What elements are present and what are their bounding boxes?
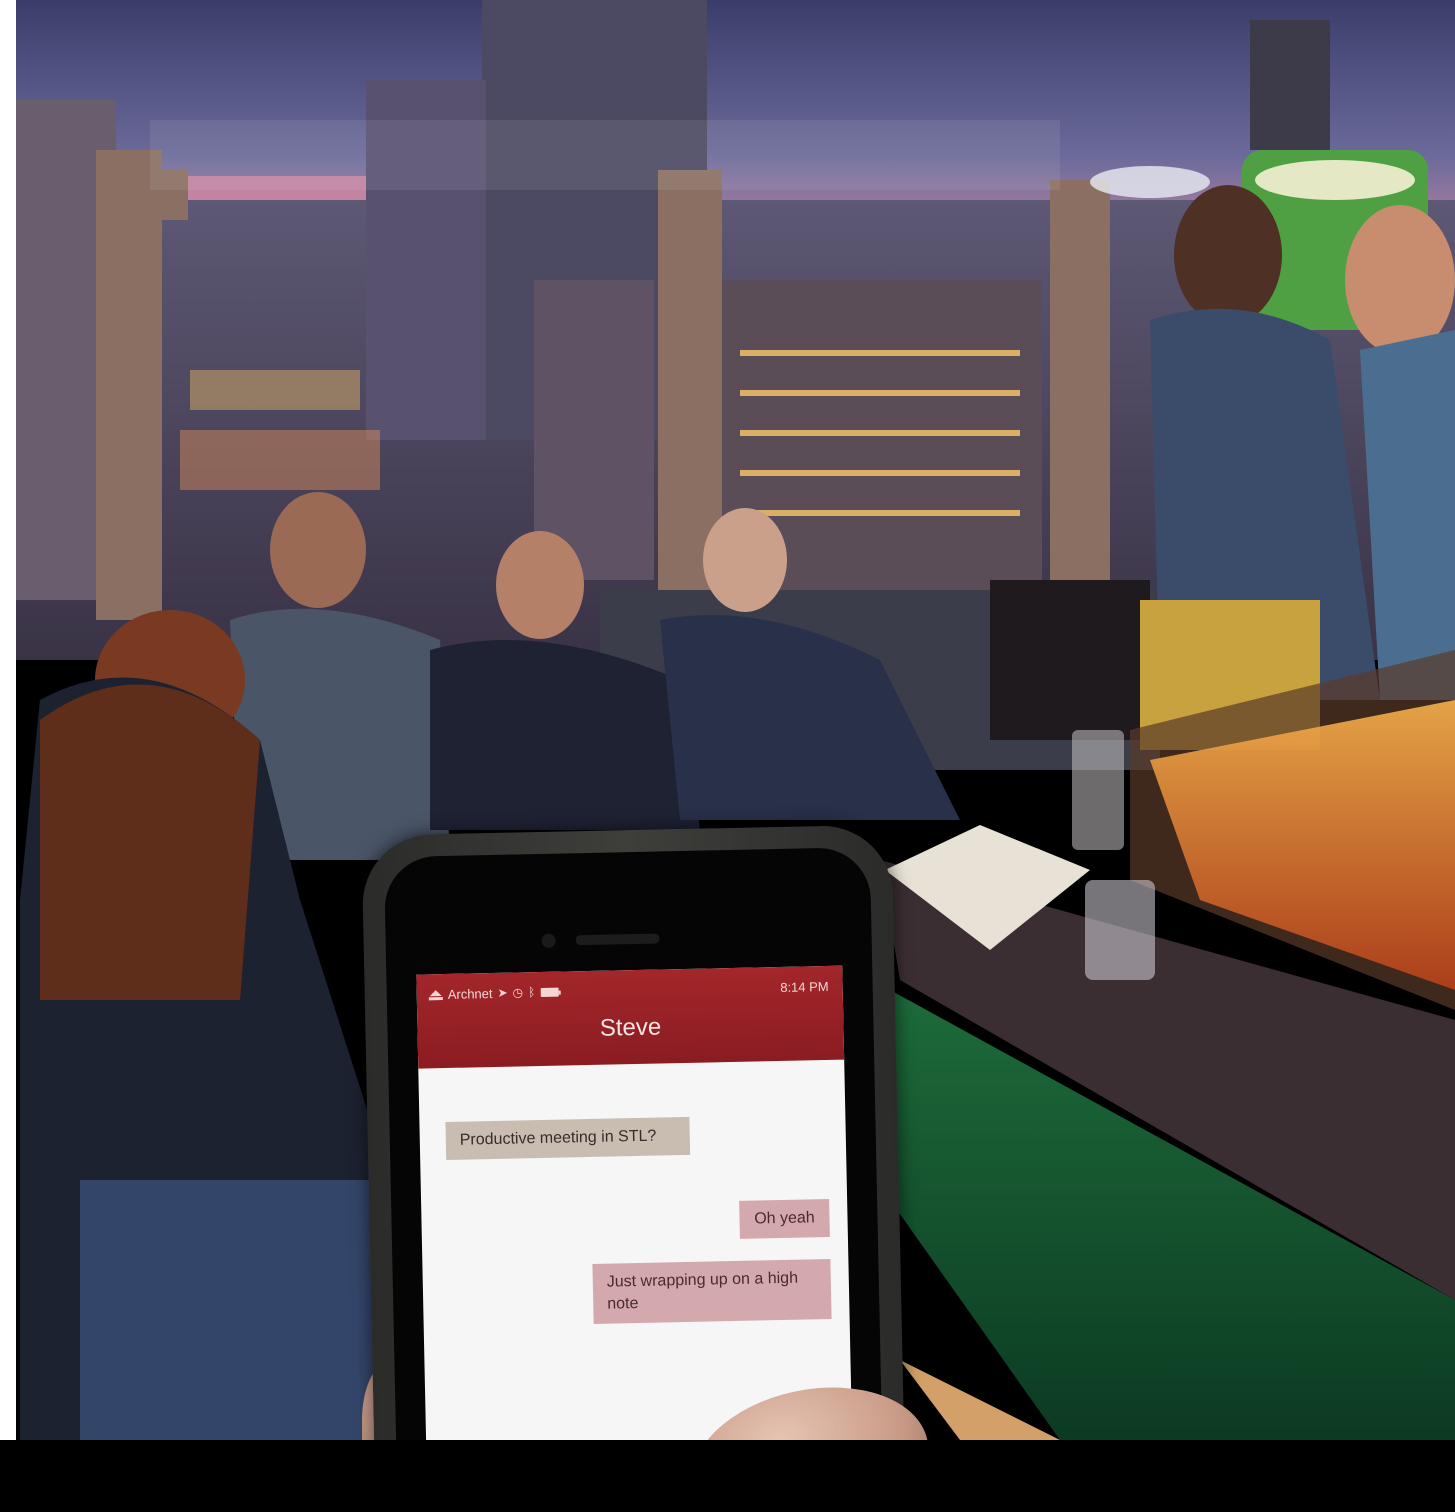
incoming-message-bubble[interactable]: Productive meeting in STL?	[445, 1116, 691, 1160]
cushion	[990, 580, 1150, 740]
location-arrow-icon: ➤	[497, 985, 508, 1000]
status-bar: Archnet ➤ ◷ ᛒ 8:14 PM	[429, 976, 829, 1004]
building-right-top	[1250, 20, 1330, 150]
bottom-black-band	[0, 1440, 1455, 1512]
carrier-name: Archnet	[447, 985, 493, 1002]
front-camera-icon	[541, 933, 556, 948]
status-time: 8:14 PM	[780, 978, 829, 995]
glass-2	[1085, 880, 1155, 980]
carrier-logo-icon	[429, 988, 443, 1000]
speaker-grille	[575, 933, 660, 946]
alarm-icon: ◷	[512, 985, 524, 1000]
outgoing-message-bubble[interactable]: Just wrapping up on a high note	[592, 1258, 832, 1324]
glass-1	[1072, 730, 1124, 850]
chat-header: Archnet ➤ ◷ ᛒ 8:14 PM Steve	[416, 965, 845, 1069]
lamp-light	[1255, 160, 1415, 200]
page-left-edge	[0, 0, 16, 1512]
contact-name[interactable]: Steve	[417, 1010, 843, 1047]
battery-icon	[540, 987, 559, 997]
glass-panel	[150, 120, 1060, 190]
outgoing-message-bubble[interactable]: Oh yeah	[739, 1198, 830, 1239]
lamp-light-2	[1090, 166, 1210, 198]
bluetooth-icon: ᛒ	[527, 985, 536, 1000]
